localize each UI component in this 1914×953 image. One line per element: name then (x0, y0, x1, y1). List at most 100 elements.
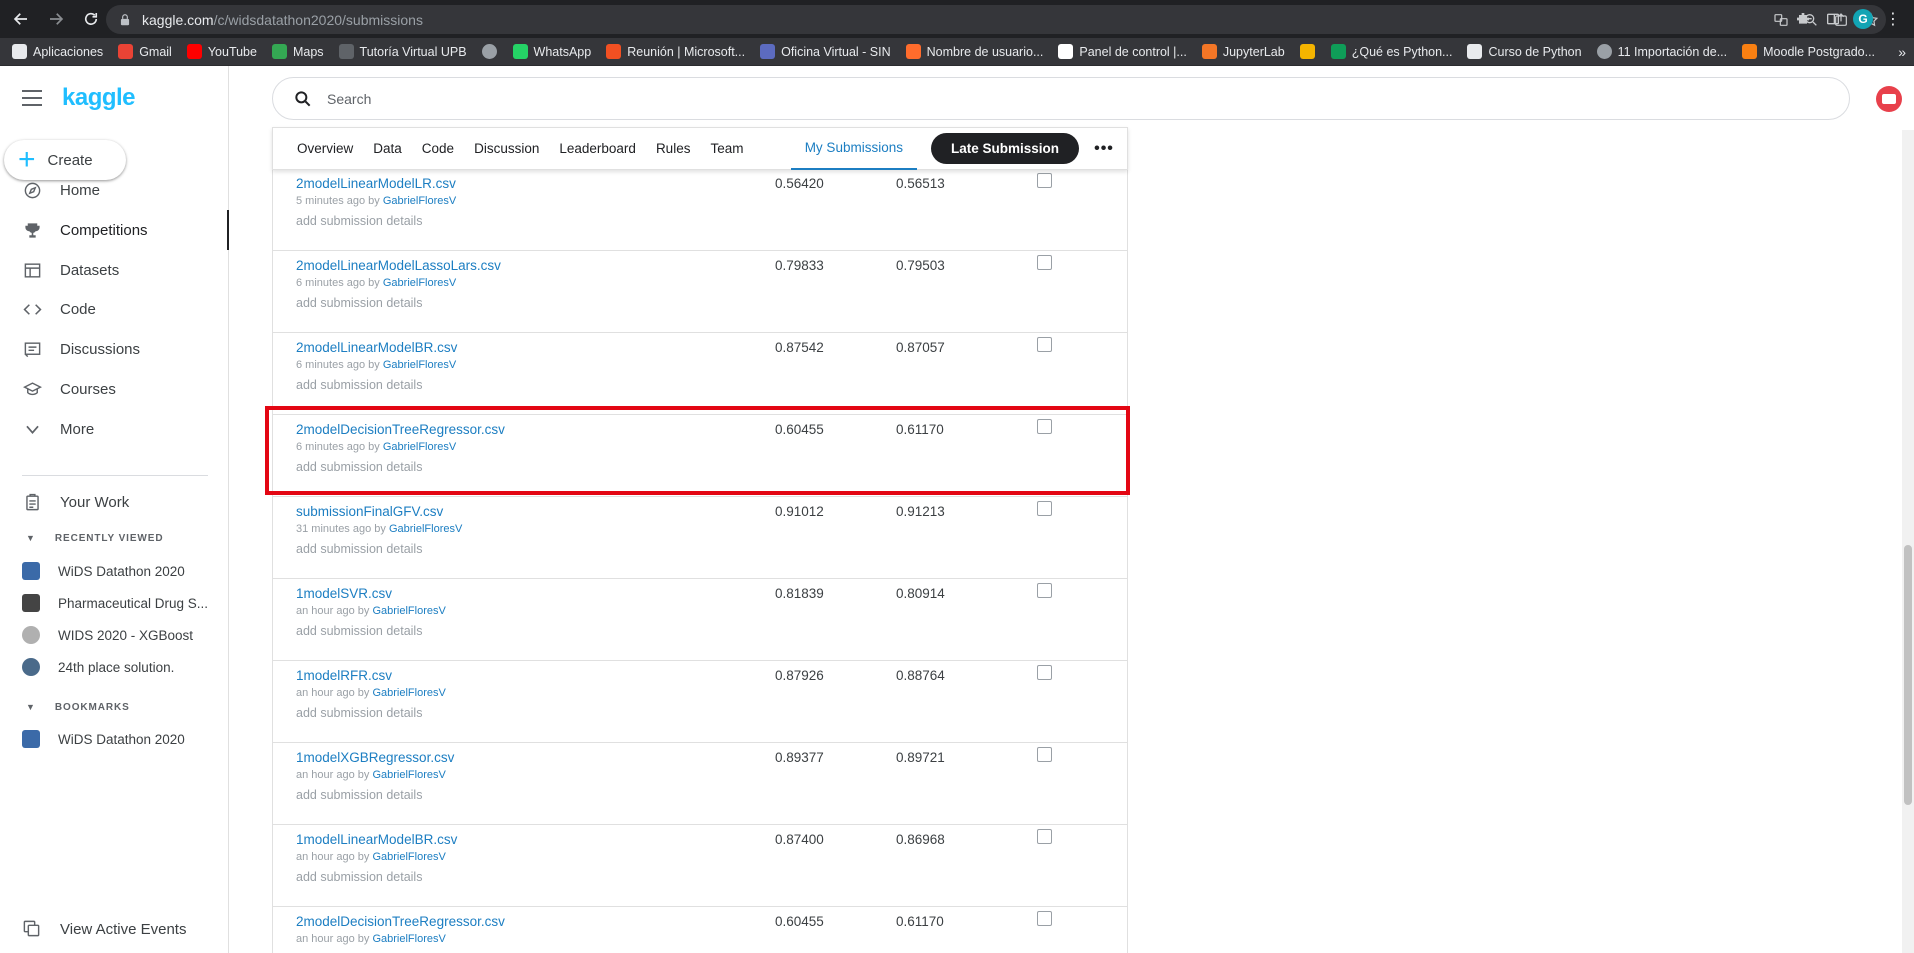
tab-code[interactable]: Code (412, 127, 464, 170)
recent-item[interactable]: WiDS Datathon 2020 (0, 556, 229, 586)
submission-file-link[interactable]: 2modelLinearModelLassoLars.csv (296, 258, 501, 273)
sidebar-item-your-work[interactable]: Your Work (0, 482, 229, 522)
sidebar-item-competitions[interactable]: Competitions (0, 210, 229, 250)
submission-user-link[interactable]: GabrielFloresV (372, 851, 445, 863)
recent-item[interactable]: 24th place solution. (0, 652, 229, 682)
hamburger-menu-icon[interactable] (22, 90, 42, 106)
bookmark-item[interactable]: YouTube (186, 44, 257, 59)
bookmark-item[interactable] (481, 44, 503, 59)
search-input[interactable] (327, 90, 1627, 107)
sidebar-item-more[interactable]: More (0, 409, 229, 449)
bookmark-item[interactable] (1299, 44, 1321, 59)
sidebar-item-courses[interactable]: Courses (0, 369, 229, 409)
sidebar-item-datasets[interactable]: Datasets (0, 250, 229, 290)
bookmarks-header[interactable]: ▼ BOOKMARKS (0, 695, 229, 719)
recent-item[interactable]: Pharmaceutical Drug S... (0, 588, 229, 618)
submission-file-link[interactable]: 2modelDecisionTreeRegressor.csv (296, 914, 505, 929)
bookmark-item[interactable]: Oficina Virtual - SIN (760, 44, 891, 59)
add-submission-details-link[interactable]: add submission details (296, 214, 422, 228)
submission-user-link[interactable]: GabrielFloresV (372, 605, 445, 617)
sidebar-item-discussions[interactable]: Discussions (0, 329, 229, 369)
bookmark-item[interactable]: Nombre de usuario... (905, 44, 1043, 59)
submission-user-link[interactable]: GabrielFloresV (372, 687, 445, 699)
submission-user-link[interactable]: GabrielFloresV (372, 933, 445, 945)
add-submission-details-link[interactable]: add submission details (296, 542, 422, 556)
bookmark-item[interactable]: Reunión | Microsoft... (606, 44, 745, 59)
tab-team[interactable]: Team (700, 127, 753, 170)
bookmark-item[interactable]: Maps (271, 44, 324, 59)
bookmark-item[interactable]: Panel de control |... (1058, 44, 1187, 59)
submission-file-link[interactable]: 1modelSVR.csv (296, 586, 392, 601)
bookmark-item[interactable]: WhatsApp (512, 44, 591, 59)
submission-file-link[interactable]: 2modelDecisionTreeRegressor.csv (296, 422, 505, 437)
sidebar-item-home[interactable]: Home (0, 170, 229, 210)
submission-user-link[interactable]: GabrielFloresV (383, 195, 456, 207)
tab-overview[interactable]: Overview (273, 127, 363, 170)
add-submission-details-link[interactable]: add submission details (296, 378, 422, 392)
bookmark-item[interactable]: Aplicaciones (12, 44, 103, 59)
recent-item[interactable]: WIDS 2020 - XGBoost (0, 620, 229, 650)
sidebar-item-label: Your Work (60, 493, 130, 511)
add-submission-details-link[interactable]: add submission details (296, 788, 422, 802)
submission-user-link[interactable]: GabrielFloresV (383, 277, 456, 289)
bookmark-entry[interactable]: WiDS Datathon 2020 (0, 724, 229, 754)
late-submission-button[interactable]: Late Submission (930, 133, 1079, 164)
submission-user-link[interactable]: GabrielFloresV (372, 769, 445, 781)
bookmark-item[interactable]: Tutoría Virtual UPB (338, 44, 467, 59)
recently-viewed-header[interactable]: ▼ RECENTLY VIEWED (0, 526, 229, 550)
tab-my-submissions[interactable]: My Submissions (790, 127, 917, 170)
use-for-final-score-checkbox[interactable] (1037, 665, 1052, 680)
profile-button[interactable]: G (1848, 5, 1878, 34)
add-submission-details-link[interactable]: add submission details (296, 460, 422, 474)
submission-file-link[interactable]: submissionFinalGFV.csv (296, 504, 443, 519)
add-submission-details-link[interactable]: add submission details (296, 624, 422, 638)
more-options-icon[interactable]: ••• (1089, 134, 1119, 164)
sidebar-item-code[interactable]: Code (0, 289, 229, 329)
bookmark-item[interactable]: 11 Importación de... (1596, 44, 1727, 59)
submission-file-link[interactable]: 2modelLinearModelLR.csv (296, 176, 456, 191)
use-for-final-score-checkbox[interactable] (1037, 747, 1052, 762)
use-for-final-score-checkbox[interactable] (1037, 173, 1052, 188)
use-for-final-score-checkbox[interactable] (1037, 829, 1052, 844)
submission-user-link[interactable]: GabrielFloresV (383, 441, 456, 453)
bookmarks-overflow-icon[interactable]: » (1898, 38, 1906, 65)
bookmark-item[interactable]: JupyterLab (1201, 44, 1285, 59)
view-active-events-button[interactable]: View Active Events (0, 909, 229, 949)
submission-file-link[interactable]: 1modelRFR.csv (296, 668, 392, 683)
user-avatar[interactable] (1876, 86, 1902, 112)
use-for-final-score-checkbox[interactable] (1037, 255, 1052, 270)
add-submission-details-link[interactable]: add submission details (296, 870, 422, 884)
add-submission-details-link[interactable]: add submission details (296, 296, 422, 310)
kaggle-logo[interactable]: kaggle (62, 84, 136, 112)
tab-discussion[interactable]: Discussion (464, 127, 549, 170)
submission-file-link[interactable]: 1modelLinearModelBR.csv (296, 832, 457, 847)
reload-button[interactable] (76, 4, 106, 34)
tab-data[interactable]: Data (363, 127, 412, 170)
submission-user-link[interactable]: GabrielFloresV (389, 523, 462, 535)
use-for-final-score-checkbox[interactable] (1037, 337, 1052, 352)
page-scrollbar-thumb[interactable] (1904, 545, 1912, 805)
add-submission-details-link[interactable]: add submission details (296, 706, 422, 720)
recent-item-label: WIDS 2020 - XGBoost (58, 627, 194, 643)
use-for-final-score-checkbox[interactable] (1037, 419, 1052, 434)
back-button[interactable] (6, 4, 36, 34)
browser-menu-button[interactable]: ⋮ (1878, 5, 1908, 34)
bookmark-item[interactable]: Gmail (118, 44, 172, 59)
use-for-final-score-checkbox[interactable] (1037, 911, 1052, 926)
bookmark-item[interactable]: ¿Qué es Python... (1330, 44, 1452, 59)
submission-file-link[interactable]: 1modelXGBRegressor.csv (296, 750, 454, 765)
tab-rules[interactable]: Rules (646, 127, 701, 170)
compass-icon (22, 180, 42, 200)
forward-button[interactable] (41, 4, 71, 34)
bookmark-item[interactable]: Curso de Python (1467, 44, 1582, 59)
submission-file-link[interactable]: 2modelLinearModelBR.csv (296, 340, 457, 355)
bookmark-item[interactable]: Moodle Postgrado... (1742, 44, 1875, 59)
tab-leaderboard[interactable]: Leaderboard (549, 127, 646, 170)
address-bar[interactable]: kaggle.com/c/widsdatathon2020/submission… (106, 5, 1886, 34)
use-for-final-score-checkbox[interactable] (1037, 501, 1052, 516)
submission-user-link[interactable]: GabrielFloresV (383, 359, 456, 371)
extensions-button[interactable] (1788, 5, 1818, 34)
page-scrollbar-track[interactable] (1902, 130, 1914, 953)
side-panel-button[interactable] (1818, 5, 1848, 34)
use-for-final-score-checkbox[interactable] (1037, 583, 1052, 598)
